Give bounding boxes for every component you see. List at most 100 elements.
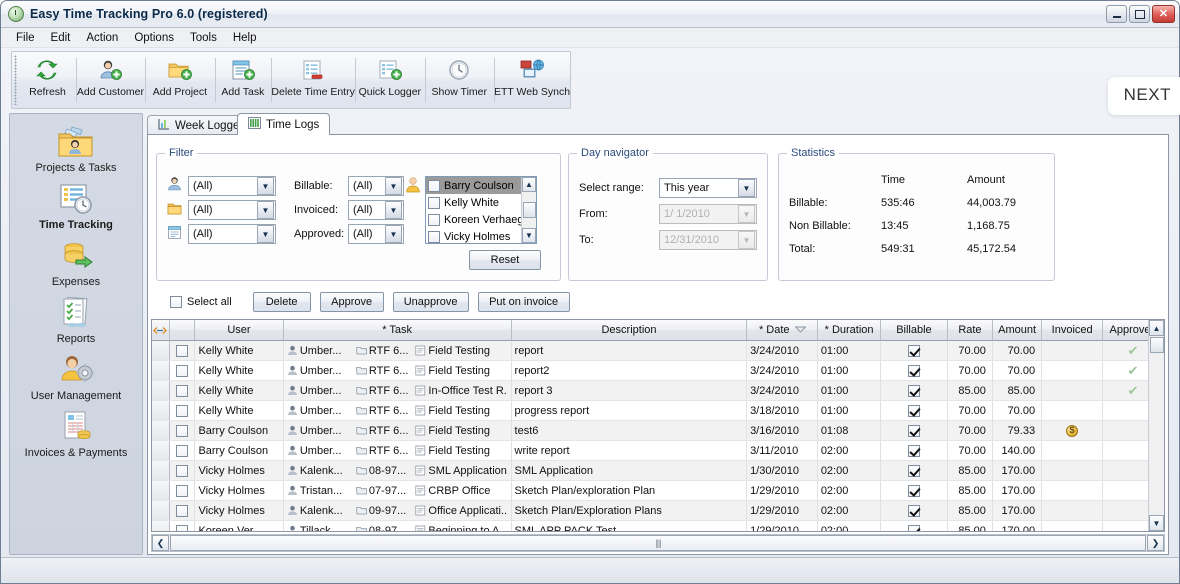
menu-file[interactable]: File xyxy=(9,30,42,46)
table-row[interactable]: Vicky HolmesKalenk...09-97...Office Appl… xyxy=(152,501,1164,521)
row-select-checkbox[interactable] xyxy=(170,341,196,360)
grid-horizontal-scrollbar[interactable]: ❮ |||| ❯ xyxy=(151,534,1165,552)
table-row[interactable]: Barry CoulsonUmber...RTF 6...Field Testi… xyxy=(152,441,1164,461)
cell-billable[interactable] xyxy=(881,381,948,400)
row-checkbox[interactable] xyxy=(176,525,188,533)
scrollbar-thumb[interactable] xyxy=(1150,337,1164,353)
row-select-checkbox[interactable] xyxy=(170,481,196,500)
sidebar-item-time-tracking[interactable]: Time Tracking xyxy=(10,179,142,231)
cell-billable[interactable] xyxy=(881,361,948,380)
from-date-picker[interactable]: 1/ 1/2010 ▼ xyxy=(659,204,757,224)
row-checkbox[interactable] xyxy=(176,465,188,477)
delete-button[interactable]: Delete xyxy=(253,292,311,312)
sidebar-item-projects-tasks[interactable]: Projects & Tasks xyxy=(10,122,142,174)
sidebar-item-user-management[interactable]: User Management xyxy=(10,350,142,402)
user-checkbox[interactable] xyxy=(428,214,440,226)
menu-options[interactable]: Options xyxy=(127,30,181,46)
row-select-checkbox[interactable] xyxy=(170,441,196,460)
row-select-checkbox[interactable] xyxy=(170,521,196,532)
row-checkbox[interactable] xyxy=(176,425,188,437)
toolbar-ett-web-synch-button[interactable]: ETT Web Synch xyxy=(494,52,570,108)
customer-filter-combo[interactable]: (All) ▼ xyxy=(188,176,276,196)
toolbar-delete-time-entry-button[interactable]: Delete Time Entry xyxy=(271,52,355,108)
grid-header-date[interactable]: * Date xyxy=(747,320,818,341)
to-date-picker[interactable]: 12/31/2010 ▼ xyxy=(659,230,757,250)
cell-billable[interactable] xyxy=(881,521,948,532)
row-checkbox[interactable] xyxy=(176,365,188,377)
cell-billable[interactable] xyxy=(881,481,948,500)
select-range-combo[interactable]: This year ▼ xyxy=(659,178,757,198)
user-list-scrollbar[interactable]: ▲ ▼ xyxy=(521,177,536,243)
table-row[interactable]: Kelly WhiteUmber...RTF 6...In-Office Tes… xyxy=(152,381,1164,401)
row-select-checkbox[interactable] xyxy=(170,381,196,400)
put-on-invoice-button[interactable]: Put on invoice xyxy=(478,292,570,312)
scroll-up-icon[interactable]: ▲ xyxy=(1149,320,1164,336)
toolbar-refresh-button[interactable]: Refresh xyxy=(19,52,76,108)
billable-checkbox[interactable] xyxy=(908,365,920,377)
row-select-checkbox[interactable] xyxy=(170,461,196,480)
billable-checkbox[interactable] xyxy=(908,425,920,437)
user-list-item[interactable]: Vicky Holmes xyxy=(426,228,536,244)
menu-tools[interactable]: Tools xyxy=(183,30,224,46)
row-checkbox[interactable] xyxy=(176,445,188,457)
approve-button[interactable]: Approve xyxy=(320,292,384,312)
row-select-checkbox[interactable] xyxy=(170,501,196,520)
cell-billable[interactable] xyxy=(881,461,948,480)
sidebar-item-reports[interactable]: Reports xyxy=(10,293,142,345)
cell-billable[interactable] xyxy=(881,341,948,360)
select-all-checkbox[interactable] xyxy=(170,296,182,308)
scroll-down-icon[interactable]: ▼ xyxy=(522,228,536,243)
user-filter-list[interactable]: Barry Coulson Kelly White Koreen Verhaeg… xyxy=(425,176,537,244)
billable-checkbox[interactable] xyxy=(908,485,920,497)
billable-checkbox[interactable] xyxy=(908,385,920,397)
grid-header-invoiced[interactable]: Invoiced xyxy=(1042,320,1103,341)
toolbar-add-task-button[interactable]: Add Task xyxy=(215,52,272,108)
unapprove-button[interactable]: Unapprove xyxy=(393,292,469,312)
user-checkbox[interactable] xyxy=(428,197,440,209)
row-select-checkbox[interactable] xyxy=(170,361,196,380)
menu-action[interactable]: Action xyxy=(79,30,125,46)
table-row[interactable]: Barry CoulsonUmber...RTF 6...Field Testi… xyxy=(152,421,1164,441)
grid-header-amount[interactable]: Amount xyxy=(993,320,1042,341)
billable-checkbox[interactable] xyxy=(908,525,920,533)
user-list-item[interactable]: Koreen Verhaeg xyxy=(426,211,536,228)
sidebar-item-invoices-payments[interactable]: Invoices & Payments xyxy=(10,407,142,459)
menu-help[interactable]: Help xyxy=(226,30,264,46)
toolbar-show-timer-button[interactable]: Show Timer xyxy=(425,52,494,108)
reset-filter-button[interactable]: Reset xyxy=(469,250,541,270)
scroll-left-icon[interactable]: ❮ xyxy=(152,535,169,551)
user-checkbox[interactable] xyxy=(428,180,440,192)
select-all-control[interactable]: Select all xyxy=(170,296,232,308)
table-row[interactable]: Koreen Ver...Tillack...08-97...Beginning… xyxy=(152,521,1164,532)
row-select-checkbox[interactable] xyxy=(170,421,196,440)
table-row[interactable]: Vicky HolmesKalenk...08-97...SML Applica… xyxy=(152,461,1164,481)
minimize-button[interactable] xyxy=(1106,5,1127,23)
task-filter-combo[interactable]: (All) ▼ xyxy=(188,224,276,244)
cell-billable[interactable] xyxy=(881,501,948,520)
row-checkbox[interactable] xyxy=(176,505,188,517)
cell-billable[interactable] xyxy=(881,421,948,440)
grid-vertical-scrollbar[interactable]: ▲ ▼ xyxy=(1148,320,1164,531)
scroll-right-icon[interactable]: ❯ xyxy=(1147,535,1164,551)
row-checkbox[interactable] xyxy=(176,345,188,357)
cell-billable[interactable] xyxy=(881,401,948,420)
project-filter-combo[interactable]: (All) ▼ xyxy=(188,200,276,220)
tab-time-logs[interactable]: Time Logs xyxy=(237,113,330,135)
next-button-overlay[interactable]: NEXT xyxy=(1108,77,1180,115)
close-button[interactable]: ✕ xyxy=(1152,5,1175,23)
billable-checkbox[interactable] xyxy=(908,465,920,477)
scroll-up-icon[interactable]: ▲ xyxy=(522,177,536,192)
sidebar-item-expenses[interactable]: Expenses xyxy=(10,236,142,288)
billable-checkbox[interactable] xyxy=(908,345,920,357)
row-checkbox[interactable] xyxy=(176,405,188,417)
user-list-item[interactable]: Barry Coulson xyxy=(426,177,536,194)
approved-filter-combo[interactable]: (All) ▼ xyxy=(348,224,404,244)
table-row[interactable]: Kelly WhiteUmber...RTF 6...Field Testing… xyxy=(152,361,1164,381)
menu-edit[interactable]: Edit xyxy=(44,30,78,46)
row-select-checkbox[interactable] xyxy=(170,401,196,420)
maximize-button[interactable] xyxy=(1129,5,1150,23)
billable-checkbox[interactable] xyxy=(908,405,920,417)
user-list-item[interactable]: Kelly White xyxy=(426,194,536,211)
billable-checkbox[interactable] xyxy=(908,445,920,457)
toolbar-add-project-button[interactable]: Add Project xyxy=(145,52,214,108)
